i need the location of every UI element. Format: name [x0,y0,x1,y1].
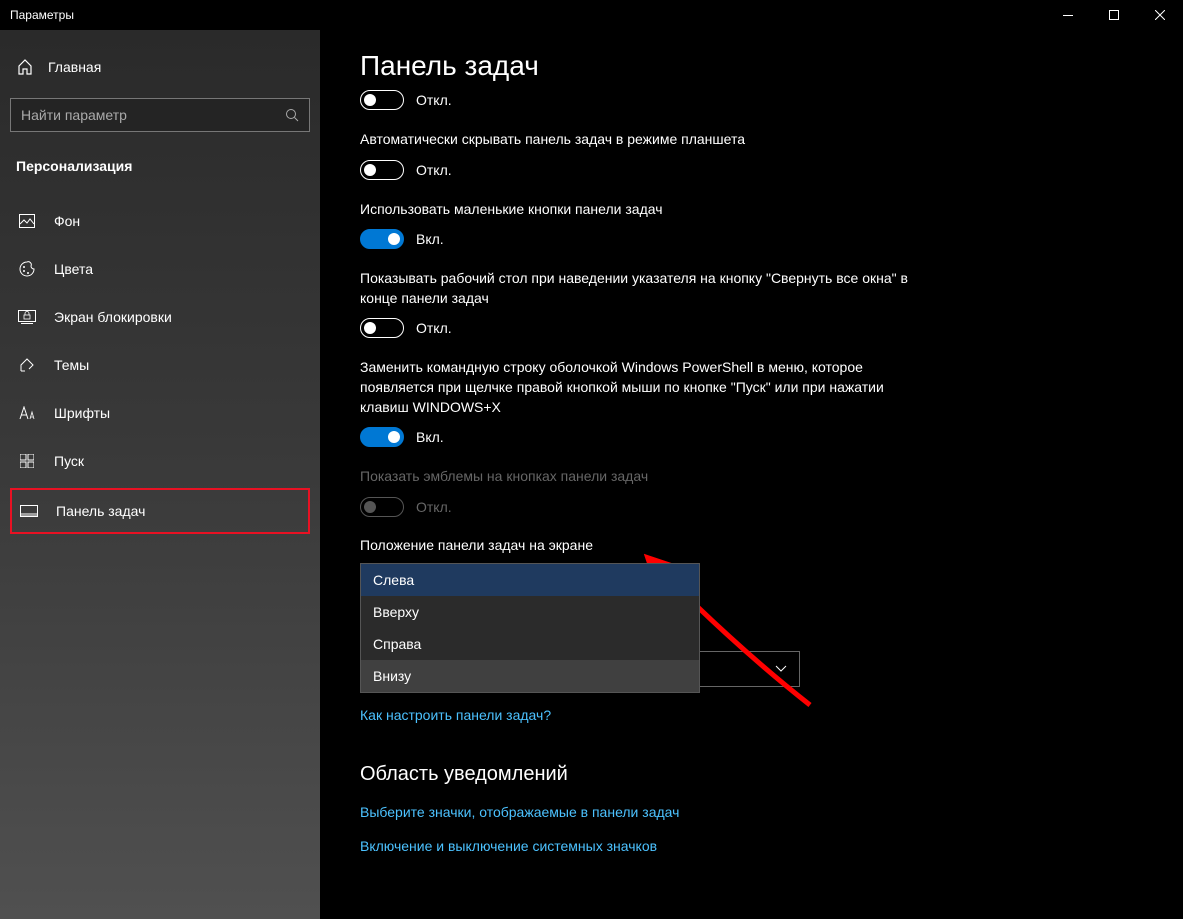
toggle-1[interactable] [360,160,404,180]
maximize-button[interactable] [1091,0,1137,30]
sidebar-item-label: Экран блокировки [54,309,172,325]
setting-label: Автоматически скрывать панель задач в ре… [360,130,920,150]
setting-label: Показать эмблемы на кнопках панели задач [360,467,920,487]
lockscreen-icon [18,308,36,326]
content-area: Панель задач Откл. Автоматически скрыват… [320,30,1183,919]
sidebar-item-label: Фон [54,213,80,229]
sidebar: Главная Персонализация Фон Цвета Экран б… [0,30,320,919]
toggle-4[interactable] [360,427,404,447]
setting-1: Автоматически скрывать панель задач в ре… [360,130,920,180]
link-select-icons[interactable]: Выберите значки, отображаемые в панели з… [360,804,1143,820]
help-link[interactable]: Как настроить панели задач? [360,707,1143,723]
dropdown-label: Положение панели задач на экране [360,537,920,553]
dropdown-block: Положение панели задач на экране Слева В… [360,537,920,687]
setting-label: Заменить командную строку оболочкой Wind… [360,358,920,417]
search-box[interactable] [10,98,310,132]
toggle-state: Вкл. [416,429,444,445]
toggle-3[interactable] [360,318,404,338]
toggle-2[interactable] [360,229,404,249]
home-label: Главная [48,59,101,75]
home-icon [16,58,34,76]
toggle-state: Откл. [416,92,452,108]
sidebar-item-taskbar[interactable]: Панель задач [10,488,310,534]
window-title: Параметры [10,8,74,22]
minimize-button[interactable] [1045,0,1091,30]
setting-5: Показать эмблемы на кнопках панели задач… [360,467,920,517]
section-label: Персонализация [10,152,310,194]
dropdown-option-2[interactable]: Справа [361,628,699,660]
sidebar-item-lockscreen[interactable]: Экран блокировки [10,296,310,338]
search-icon [285,108,299,122]
search-input[interactable] [21,107,285,123]
background-icon [18,212,36,230]
toggle-state: Откл. [416,162,452,178]
sidebar-item-start[interactable]: Пуск [10,440,310,482]
sidebar-item-label: Пуск [54,453,84,469]
sidebar-item-label: Панель задач [56,503,145,519]
toggle-5 [360,497,404,517]
setting-2: Использовать маленькие кнопки панели зад… [360,200,920,250]
toggle-state: Вкл. [416,231,444,247]
sidebar-item-background[interactable]: Фон [10,200,310,242]
close-button[interactable] [1137,0,1183,30]
colors-icon [18,260,36,278]
sidebar-item-fonts[interactable]: Шрифты [10,392,310,434]
link-system-icons[interactable]: Включение и выключение системных значков [360,838,1143,854]
sidebar-item-themes[interactable]: Темы [10,344,310,386]
setting-3: Показывать рабочий стол при наведении ук… [360,269,920,338]
toggle-state: Откл. [416,320,452,336]
home-button[interactable]: Главная [10,50,310,84]
dropdown-option-0[interactable]: Слева [361,564,699,596]
setting-4: Заменить командную строку оболочкой Wind… [360,358,920,447]
dropdown-option-1[interactable]: Вверху [361,596,699,628]
sidebar-item-colors[interactable]: Цвета [10,248,310,290]
dropdown-option-3[interactable]: Внизу [361,660,699,692]
setting-label: Показывать рабочий стол при наведении ук… [360,269,920,308]
chevron-down-icon [775,665,787,672]
toggle-0[interactable] [360,90,404,110]
section-heading: Область уведомлений [360,763,1143,786]
sidebar-item-label: Темы [54,357,89,373]
titlebar: Параметры [0,0,1183,30]
sidebar-item-label: Цвета [54,261,93,277]
toggle-state: Откл. [416,499,452,515]
setting-0: Откл. [360,90,920,110]
fonts-icon [18,404,36,422]
window-controls [1045,0,1183,30]
themes-icon [18,356,36,374]
setting-label: Использовать маленькие кнопки панели зад… [360,200,920,220]
sidebar-item-label: Шрифты [54,405,110,421]
taskbar-icon [20,502,38,520]
page-title: Панель задач [360,50,1143,82]
start-icon [18,452,36,470]
